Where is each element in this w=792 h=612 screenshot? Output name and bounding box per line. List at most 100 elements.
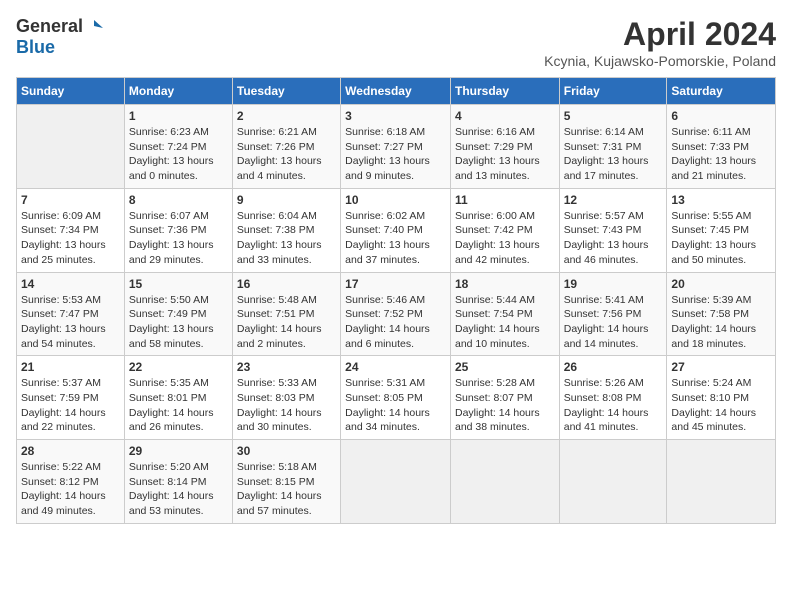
calendar-cell: 21 Sunrise: 5:37 AM Sunset: 7:59 PM Dayli… [17, 356, 125, 440]
day-info: Sunrise: 5:50 AM Sunset: 7:49 PM Dayligh… [129, 293, 228, 352]
calendar-cell: 17 Sunrise: 5:46 AM Sunset: 7:52 PM Dayli… [341, 272, 451, 356]
day-number: 10 [345, 193, 446, 207]
calendar-cell [341, 440, 451, 524]
month-title: April 2024 [544, 16, 776, 53]
day-info: Sunrise: 5:37 AM Sunset: 7:59 PM Dayligh… [21, 376, 120, 435]
day-of-week-friday: Friday [559, 78, 667, 105]
day-number: 20 [671, 277, 771, 291]
calendar-cell: 16Sunrise: 5:48 AM Sunset: 7:51 PM Dayli… [232, 272, 340, 356]
day-number: 1 [129, 109, 228, 123]
calendar-cell: 15 Sunrise: 5:50 AM Sunset: 7:49 PM Dayli… [124, 272, 232, 356]
day-info: Sunrise: 5:53 AM Sunset: 7:47 PM Dayligh… [21, 293, 120, 352]
day-number: 28 [21, 444, 120, 458]
week-row-1: 1 Sunrise: 6:23 AM Sunset: 7:24 PM Daylig… [17, 105, 776, 189]
day-info: Sunrise: 5:31 AM Sunset: 8:05 PM Dayligh… [345, 376, 446, 435]
day-number: 9 [237, 193, 336, 207]
day-info: Sunrise: 5:57 AM Sunset: 7:43 PM Dayligh… [564, 209, 663, 268]
day-info: Sunrise: 5:41 AM Sunset: 7:56 PM Dayligh… [564, 293, 663, 352]
day-number: 25 [455, 360, 555, 374]
day-number: 8 [129, 193, 228, 207]
calendar-cell: 26 Sunrise: 5:26 AM Sunset: 8:08 PM Dayli… [559, 356, 667, 440]
day-of-week-wednesday: Wednesday [341, 78, 451, 105]
day-info: Sunrise: 5:24 AM Sunset: 8:10 PM Dayligh… [671, 376, 771, 435]
day-info: Sunrise: 5:44 AM Sunset: 7:54 PM Dayligh… [455, 293, 555, 352]
calendar-cell: 7 Sunrise: 6:09 AM Sunset: 7:34 PM Daylig… [17, 188, 125, 272]
day-number: 29 [129, 444, 228, 458]
day-info: Sunrise: 5:55 AM Sunset: 7:45 PM Dayligh… [671, 209, 771, 268]
calendar-cell: 24 Sunrise: 5:31 AM Sunset: 8:05 PM Dayli… [341, 356, 451, 440]
day-of-week-monday: Monday [124, 78, 232, 105]
day-info: Sunrise: 6:11 AM Sunset: 7:33 PM Dayligh… [671, 125, 771, 184]
calendar-cell: 30 Sunrise: 5:18 AM Sunset: 8:15 PM Dayli… [232, 440, 340, 524]
calendar-body: 1 Sunrise: 6:23 AM Sunset: 7:24 PM Daylig… [17, 105, 776, 524]
calendar-cell: 14 Sunrise: 5:53 AM Sunset: 7:47 PM Dayli… [17, 272, 125, 356]
day-info: Sunrise: 5:22 AM Sunset: 8:12 PM Dayligh… [21, 460, 120, 519]
day-number: 3 [345, 109, 446, 123]
day-info: Sunrise: 6:14 AM Sunset: 7:31 PM Dayligh… [564, 125, 663, 184]
day-number: 26 [564, 360, 663, 374]
day-info: Sunrise: 6:02 AM Sunset: 7:40 PM Dayligh… [345, 209, 446, 268]
calendar: SundayMondayTuesdayWednesdayThursdayFrid… [16, 77, 776, 524]
day-number: 23 [237, 360, 336, 374]
day-number: 6 [671, 109, 771, 123]
calendar-cell: 23 Sunrise: 5:33 AM Sunset: 8:03 PM Dayli… [232, 356, 340, 440]
day-info: Sunrise: 6:23 AM Sunset: 7:24 PM Dayligh… [129, 125, 228, 184]
day-info: Sunrise: 6:04 AM Sunset: 7:38 PM Dayligh… [237, 209, 336, 268]
day-number: 21 [21, 360, 120, 374]
day-number: 15 [129, 277, 228, 291]
day-number: 5 [564, 109, 663, 123]
calendar-cell: 1 Sunrise: 6:23 AM Sunset: 7:24 PM Daylig… [124, 105, 232, 189]
calendar-cell: 12 Sunrise: 5:57 AM Sunset: 7:43 PM Dayli… [559, 188, 667, 272]
week-row-2: 7 Sunrise: 6:09 AM Sunset: 7:34 PM Daylig… [17, 188, 776, 272]
location: Kcynia, Kujawsko-Pomorskie, Poland [544, 53, 776, 69]
calendar-cell: 19Sunrise: 5:41 AM Sunset: 7:56 PM Dayli… [559, 272, 667, 356]
day-number: 12 [564, 193, 663, 207]
day-number: 17 [345, 277, 446, 291]
day-number: 18 [455, 277, 555, 291]
calendar-cell [17, 105, 125, 189]
calendar-cell: 5 Sunrise: 6:14 AM Sunset: 7:31 PM Daylig… [559, 105, 667, 189]
calendar-cell [559, 440, 667, 524]
day-info: Sunrise: 6:21 AM Sunset: 7:26 PM Dayligh… [237, 125, 336, 184]
day-info: Sunrise: 6:18 AM Sunset: 7:27 PM Dayligh… [345, 125, 446, 184]
calendar-cell: 9 Sunrise: 6:04 AM Sunset: 7:38 PM Daylig… [232, 188, 340, 272]
day-info: Sunrise: 5:39 AM Sunset: 7:58 PM Dayligh… [671, 293, 771, 352]
day-number: 16 [237, 277, 336, 291]
calendar-cell: 6 Sunrise: 6:11 AM Sunset: 7:33 PM Daylig… [667, 105, 776, 189]
day-number: 4 [455, 109, 555, 123]
header: General Blue April 2024 Kcynia, Kujawsko… [16, 16, 776, 69]
day-number: 14 [21, 277, 120, 291]
day-info: Sunrise: 5:46 AM Sunset: 7:52 PM Dayligh… [345, 293, 446, 352]
day-number: 24 [345, 360, 446, 374]
logo: General Blue [16, 16, 103, 58]
calendar-cell: 27Sunrise: 5:24 AM Sunset: 8:10 PM Dayli… [667, 356, 776, 440]
calendar-cell: 20 Sunrise: 5:39 AM Sunset: 7:58 PM Dayli… [667, 272, 776, 356]
day-info: Sunrise: 5:20 AM Sunset: 8:14 PM Dayligh… [129, 460, 228, 519]
day-info: Sunrise: 5:33 AM Sunset: 8:03 PM Dayligh… [237, 376, 336, 435]
title-area: April 2024 Kcynia, Kujawsko-Pomorskie, P… [544, 16, 776, 69]
day-of-week-tuesday: Tuesday [232, 78, 340, 105]
calendar-cell: 4 Sunrise: 6:16 AM Sunset: 7:29 PM Daylig… [450, 105, 559, 189]
day-info: Sunrise: 5:35 AM Sunset: 8:01 PM Dayligh… [129, 376, 228, 435]
day-number: 22 [129, 360, 228, 374]
calendar-cell: 11Sunrise: 6:00 AM Sunset: 7:42 PM Dayli… [450, 188, 559, 272]
day-number: 30 [237, 444, 336, 458]
calendar-cell [450, 440, 559, 524]
logo-blue-text: Blue [16, 37, 55, 58]
day-info: Sunrise: 6:09 AM Sunset: 7:34 PM Dayligh… [21, 209, 120, 268]
calendar-cell: 10 Sunrise: 6:02 AM Sunset: 7:40 PM Dayli… [341, 188, 451, 272]
calendar-cell [667, 440, 776, 524]
calendar-header: SundayMondayTuesdayWednesdayThursdayFrid… [17, 78, 776, 105]
day-info: Sunrise: 5:18 AM Sunset: 8:15 PM Dayligh… [237, 460, 336, 519]
week-row-5: 28 Sunrise: 5:22 AM Sunset: 8:12 PM Dayli… [17, 440, 776, 524]
day-info: Sunrise: 6:16 AM Sunset: 7:29 PM Dayligh… [455, 125, 555, 184]
calendar-cell: 25 Sunrise: 5:28 AM Sunset: 8:07 PM Dayli… [450, 356, 559, 440]
day-info: Sunrise: 5:26 AM Sunset: 8:08 PM Dayligh… [564, 376, 663, 435]
day-of-week-thursday: Thursday [450, 78, 559, 105]
day-info: Sunrise: 5:28 AM Sunset: 8:07 PM Dayligh… [455, 376, 555, 435]
day-info: Sunrise: 6:00 AM Sunset: 7:42 PM Dayligh… [455, 209, 555, 268]
day-number: 7 [21, 193, 120, 207]
calendar-cell: 3 Sunrise: 6:18 AM Sunset: 7:27 PM Daylig… [341, 105, 451, 189]
week-row-4: 21 Sunrise: 5:37 AM Sunset: 7:59 PM Dayli… [17, 356, 776, 440]
logo-bird-icon [85, 18, 103, 36]
